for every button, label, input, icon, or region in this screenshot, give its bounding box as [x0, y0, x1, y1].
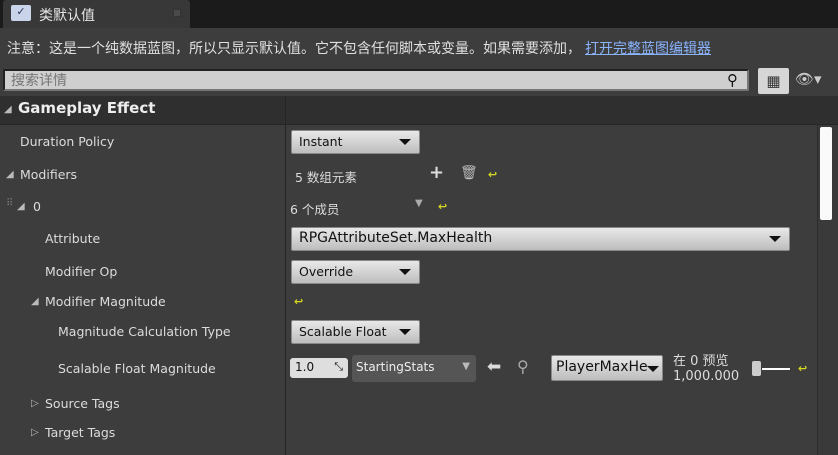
- modifier-magnitude-label: Modifier Magnitude: [45, 294, 166, 309]
- view-options-button[interactable]: 👁▾: [795, 70, 822, 88]
- modifiers-label: Modifiers: [20, 167, 78, 182]
- chevron-down-icon: [399, 269, 411, 275]
- duration-policy-dropdown[interactable]: Instant: [291, 130, 420, 154]
- reset-to-default-icon[interactable]: ↩: [798, 362, 807, 375]
- data-only-notice: 注意：这是一个纯数据蓝图，所以只显示默认值。它不包含任何脚本或变量。如果需要添加…: [7, 38, 711, 58]
- tab-class-defaults[interactable]: ✓ 类默认值: [3, 0, 190, 28]
- expand-triangle-icon[interactable]: ◢: [6, 169, 14, 180]
- element-0-member-count: 6 个成员: [290, 202, 340, 217]
- use-selected-arrow-icon[interactable]: ⬅: [487, 357, 501, 377]
- scalable-float-label: Scalable Float Magnitude: [58, 361, 216, 376]
- category-title: Gameplay Effect: [18, 99, 156, 117]
- calc-type-dropdown[interactable]: Scalable Float: [291, 320, 420, 344]
- property-matrix-button[interactable]: ▦: [758, 68, 789, 94]
- duration-policy-label: Duration Policy: [20, 134, 115, 149]
- column-divider[interactable]: [285, 96, 286, 455]
- search-icon[interactable]: ⚲: [727, 71, 738, 89]
- source-tags-label: Source Tags: [45, 396, 120, 411]
- tab-title: 类默认值: [39, 8, 95, 24]
- attribute-label: Attribute: [45, 231, 101, 246]
- add-element-icon[interactable]: +: [429, 162, 444, 183]
- preview-slider-track[interactable]: [762, 368, 790, 370]
- notice-text: 注意：这是一个纯数据蓝图，所以只显示默认值。它不包含任何脚本或变量。如果需要添加…: [7, 41, 581, 57]
- drag-handle-icon[interactable]: ⠿: [6, 198, 13, 209]
- grid-icon: ▦: [766, 72, 781, 90]
- category-header[interactable]: ◢ Gameplay Effect: [0, 96, 838, 125]
- row-name-value: PlayerMaxHe: [556, 359, 648, 375]
- eye-icon: 👁▾: [795, 70, 822, 88]
- modifier-op-label: Modifier Op: [45, 264, 118, 279]
- calc-type-value: Scalable Float: [299, 324, 387, 339]
- open-full-editor-link[interactable]: 打开完整蓝图编辑器: [585, 41, 711, 57]
- coefficient-value: 1.0: [295, 360, 315, 374]
- chevron-down-icon: [769, 236, 781, 242]
- row-name-dropdown[interactable]: PlayerMaxHe: [551, 355, 663, 381]
- chevron-down-icon: [399, 329, 411, 335]
- blueprint-class-icon: ✓: [11, 5, 31, 21]
- element-0-label: 0: [33, 199, 41, 214]
- resize-icon: ⤡: [334, 360, 343, 373]
- chevron-down-icon: ▼: [462, 361, 470, 372]
- preview-slider-handle[interactable]: [752, 361, 761, 376]
- search-details-input[interactable]: [3, 69, 749, 91]
- collapsed-triangle-icon[interactable]: ▷: [31, 427, 39, 438]
- reset-to-default-icon[interactable]: ↩: [438, 200, 447, 213]
- browse-search-icon[interactable]: ⚲: [517, 357, 529, 376]
- modifiers-count: 5 数组元素: [295, 170, 357, 185]
- expand-triangle-icon[interactable]: ◢: [31, 296, 39, 307]
- attribute-value: RPGAttributeSet.MaxHealth: [299, 230, 493, 246]
- reset-to-default-icon[interactable]: ↩: [488, 168, 497, 181]
- target-tags-label: Target Tags: [45, 425, 116, 440]
- collapsed-triangle-icon[interactable]: ▷: [31, 398, 39, 409]
- collapse-triangle-icon: ◢: [4, 104, 12, 115]
- modifier-op-value: Override: [299, 264, 354, 279]
- close-tab-icon[interactable]: [173, 9, 181, 17]
- chevron-down-icon: [647, 366, 659, 372]
- attribute-dropdown[interactable]: RPGAttributeSet.MaxHealth: [291, 227, 790, 251]
- expand-triangle-icon[interactable]: ◢: [17, 201, 25, 212]
- calc-type-label: Magnitude Calculation Type: [58, 324, 231, 339]
- curve-table-value: StartingStats: [356, 360, 435, 374]
- trash-icon[interactable]: 🗑: [460, 165, 478, 181]
- curve-table-dropdown[interactable]: StartingStats ▼: [352, 355, 476, 382]
- element-options-chevron-icon[interactable]: ▼: [415, 198, 423, 209]
- preview-label: 在 0 预览: [673, 354, 729, 369]
- modifier-op-dropdown[interactable]: Override: [291, 260, 420, 284]
- duration-policy-value: Instant: [299, 134, 343, 149]
- preview-value: 1,000.000: [673, 369, 740, 384]
- chevron-down-icon: [399, 139, 411, 145]
- coefficient-input[interactable]: 1.0 ⤡: [290, 358, 348, 378]
- scrollbar-thumb[interactable]: [820, 127, 832, 220]
- reset-to-default-icon[interactable]: ↩: [294, 295, 303, 308]
